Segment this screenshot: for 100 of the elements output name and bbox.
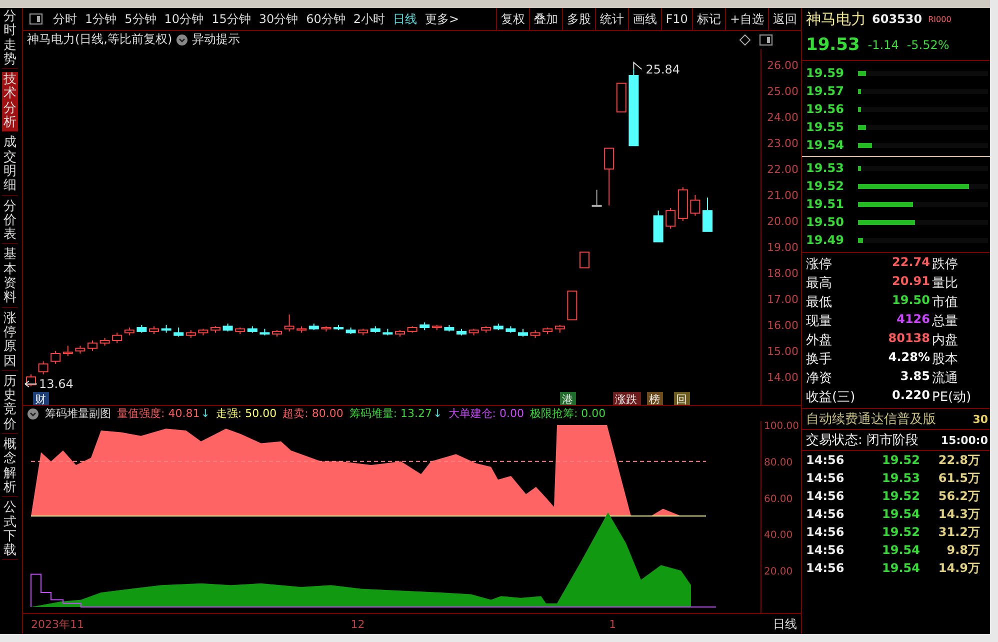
candle	[382, 328, 393, 336]
candle	[222, 323, 233, 332]
stat-label: 现量	[806, 313, 833, 330]
candle	[468, 328, 479, 336]
trade-time: 14:56	[806, 453, 846, 467]
period-tab[interactable]: 分时	[49, 10, 81, 28]
period-tab[interactable]: 30分钟	[254, 10, 302, 28]
index-tag: RI000	[928, 14, 952, 24]
candle	[112, 332, 122, 344]
high-leader-line	[633, 61, 642, 70]
panel-toggle-icon[interactable]	[29, 13, 43, 25]
candle	[235, 327, 246, 334]
bid-price: 19.52	[806, 179, 845, 193]
stat-value: 4126	[896, 312, 931, 328]
candle	[136, 324, 147, 334]
candle	[75, 345, 86, 354]
trade-volume: 9.8万	[946, 542, 980, 558]
period-tab[interactable]: 日线	[389, 10, 422, 28]
stat-value: 22.74	[891, 255, 931, 271]
candle	[247, 326, 258, 334]
candle	[346, 327, 356, 334]
trade-volume: 14.3万	[937, 506, 980, 522]
indicator-axis-label: 40.00	[764, 530, 793, 542]
indicator-axis-label: 100.00	[764, 421, 799, 432]
candle	[161, 324, 172, 334]
indicator-axis-label: 60.00	[764, 494, 793, 506]
candle	[481, 326, 492, 334]
date-axis-label: 2023年11	[31, 616, 84, 632]
status-time: 15:00:0	[940, 434, 988, 446]
event-tag[interactable]: 回	[674, 392, 690, 406]
trade-time: 14:56	[806, 489, 846, 503]
candle	[432, 324, 442, 331]
side-tab[interactable]: 分时走势	[2, 9, 18, 70]
side-tab[interactable]: 历史竞价	[2, 374, 18, 434]
period-tab[interactable]: 15分钟	[208, 10, 255, 28]
diamond-icon[interactable]	[739, 34, 751, 46]
candle	[420, 322, 430, 331]
trade-price: 19.53	[881, 471, 920, 485]
candle	[407, 326, 418, 334]
candle	[530, 330, 540, 338]
price-axis-label: 16.00	[767, 318, 798, 332]
dropdown-circle-icon[interactable]	[27, 408, 39, 420]
stat-label: 量比	[932, 275, 959, 292]
low-arrow-icon	[24, 380, 38, 388]
candle	[690, 194, 700, 216]
candle	[395, 330, 405, 338]
trade-price: 19.52	[881, 489, 920, 503]
candle	[580, 252, 590, 268]
candle	[604, 148, 614, 206]
side-tab[interactable]: 公式下载	[2, 500, 18, 560]
trade-volume: 14.9万	[937, 560, 980, 576]
dropdown-circle-icon[interactable]	[176, 34, 188, 46]
stat-label: 外盘	[806, 332, 833, 349]
date-axis-label: 1	[609, 618, 616, 631]
candle	[149, 326, 159, 334]
bid-price: 19.50	[806, 215, 845, 229]
side-tab[interactable]: 涨停原因	[2, 310, 18, 371]
candle	[272, 330, 282, 338]
period-tab[interactable]: 2小时	[349, 10, 390, 28]
stat-label: 内盘	[932, 332, 959, 349]
ask-price: 19.59	[806, 66, 845, 80]
promo-value: 30	[972, 412, 988, 426]
candle	[518, 328, 528, 338]
stat-value: 0.220	[891, 388, 931, 404]
price-axis-label: 26.00	[767, 59, 798, 72]
side-tab[interactable]: 分价表	[2, 198, 18, 244]
period-tab[interactable]: 60分钟	[302, 10, 350, 28]
candle	[321, 326, 332, 332]
indicator-value: 走强: 50.00	[216, 406, 277, 422]
period-tab[interactable]: 更多>	[421, 10, 464, 28]
period-tab[interactable]: 10分钟	[160, 10, 208, 28]
stock-code: 603530	[872, 12, 922, 26]
stat-label: 换手	[806, 351, 833, 368]
event-tag[interactable]: 财	[33, 392, 49, 406]
trade-price: 19.52	[881, 525, 920, 539]
promo-text[interactable]: 自动续费通达信普及版	[806, 410, 936, 428]
candle	[38, 360, 48, 375]
bid-price: 19.49	[806, 233, 845, 247]
price-axis-label: 19.00	[767, 240, 798, 254]
alert-toggle[interactable]: 异动提示	[192, 31, 240, 48]
panel-toggle-icon[interactable]	[759, 34, 773, 46]
trade-price: 19.54	[881, 561, 920, 575]
stat-label: 跌停	[932, 256, 959, 273]
stat-label: 总量	[932, 313, 959, 330]
trade-price: 19.52	[881, 453, 920, 467]
event-tag[interactable]: 榜	[647, 392, 663, 406]
stat-value: 19.50	[891, 293, 931, 309]
side-tab[interactable]: 基本资料	[2, 247, 18, 308]
side-tab[interactable]: 概念解析	[2, 437, 18, 498]
event-tag[interactable]: 港	[560, 392, 576, 406]
period-tab[interactable]: 1分钟	[81, 10, 121, 28]
side-tab[interactable]: 成交明细	[2, 135, 18, 196]
trade-time: 14:56	[806, 561, 846, 575]
event-tag[interactable]: 涨跌	[613, 392, 641, 406]
indicator-value: 极限抢筹: 0.00	[530, 406, 606, 422]
bid-price: 19.53	[806, 161, 845, 175]
stat-value: 80138	[887, 331, 931, 347]
candle	[296, 326, 307, 334]
side-tab[interactable]: 技术分析	[2, 72, 18, 132]
period-tab[interactable]: 5分钟	[120, 10, 160, 28]
